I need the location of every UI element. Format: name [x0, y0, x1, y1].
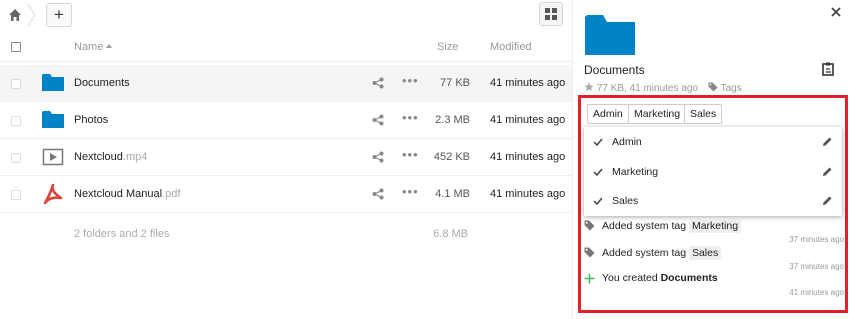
- folder-icon: [585, 13, 635, 55]
- file-size: 452 KB: [433, 151, 470, 163]
- folder-icon: [42, 73, 64, 93]
- row-checkbox[interactable]: [11, 79, 21, 89]
- details-sidebar: Documents 77 KB, 41 minutes ago Tags Adm…: [572, 0, 850, 319]
- new-file-button[interactable]: +: [46, 3, 72, 27]
- check-icon: [593, 167, 603, 177]
- pencil-icon[interactable]: [822, 166, 833, 177]
- activity-text: You created Documents: [602, 272, 718, 284]
- file-modified: 41 minutes ago: [490, 188, 566, 200]
- file-name[interactable]: Photos: [74, 114, 108, 126]
- pencil-icon[interactable]: [822, 195, 833, 206]
- column-name-header[interactable]: Name: [74, 41, 103, 53]
- share-icon[interactable]: [372, 114, 384, 126]
- share-icon[interactable]: [372, 188, 384, 200]
- favorite-star-icon[interactable]: [584, 82, 594, 94]
- dropdown-item-label: Sales: [612, 195, 639, 207]
- table-row[interactable]: Nextcloud.mp4 ••• 452 KB 41 minutes ago: [0, 139, 572, 176]
- tag-icon: [584, 220, 595, 231]
- tag-chip[interactable]: Marketing: [628, 104, 687, 124]
- check-icon: [593, 196, 603, 206]
- breadcrumb-separator-icon: [25, 3, 39, 27]
- sidebar-file-title: Documents: [584, 63, 645, 77]
- pencil-icon[interactable]: [822, 136, 833, 147]
- table-row[interactable]: Documents ••• 77 KB 41 minutes ago: [0, 65, 572, 102]
- clipboard-icon[interactable]: [822, 62, 835, 76]
- file-modified: 41 minutes ago: [490, 77, 566, 89]
- more-actions-icon[interactable]: •••: [402, 185, 418, 200]
- file-size: 4.1 MB: [435, 188, 470, 200]
- summary-count: 2 folders and 2 files: [74, 228, 170, 240]
- file-list-summary: 2 folders and 2 files 6.8 MB: [0, 226, 572, 242]
- activity-text: Added system tag Sales: [602, 246, 722, 260]
- select-all-checkbox[interactable]: [11, 42, 21, 52]
- share-icon[interactable]: [372, 77, 384, 89]
- file-list-header: Name Size Modified: [0, 32, 572, 62]
- activity-time: 41 minutes ago: [789, 288, 844, 297]
- toolbar: +: [0, 0, 572, 32]
- activity-item: You created Documents 41 minutes ago: [584, 269, 844, 303]
- table-row[interactable]: Photos ••• 2.3 MB 41 minutes ago: [0, 102, 572, 139]
- more-actions-icon[interactable]: •••: [402, 74, 418, 89]
- pdf-file-icon: [42, 183, 64, 205]
- plus-icon: [584, 273, 595, 284]
- dropdown-item[interactable]: Admin: [584, 127, 842, 157]
- close-icon[interactable]: [830, 6, 842, 18]
- activity-tag-chip: Marketing: [688, 219, 742, 233]
- file-size: 2.3 MB: [435, 114, 470, 126]
- share-icon[interactable]: [372, 151, 384, 163]
- dropdown-item[interactable]: Sales: [584, 186, 842, 216]
- file-size: 77 KB: [440, 77, 470, 89]
- sidebar-meta-text: 77 KB, 41 minutes ago: [596, 83, 698, 94]
- tag-icon: [708, 82, 718, 94]
- file-modified: 41 minutes ago: [490, 151, 566, 163]
- tags-toggle-link[interactable]: Tags: [721, 83, 742, 94]
- home-icon[interactable]: [8, 8, 22, 22]
- file-list-panel: + Name Size Modified Documents ••• 77 KB…: [0, 0, 572, 319]
- table-row[interactable]: Nextcloud Manual.pdf ••• 4.1 MB 41 minut…: [0, 176, 572, 213]
- activity-subject: Documents: [660, 272, 718, 284]
- row-checkbox[interactable]: [11, 153, 21, 163]
- column-size-header[interactable]: Size: [437, 41, 458, 53]
- video-file-icon: [42, 147, 64, 167]
- tag-chip[interactable]: Admin: [587, 104, 629, 124]
- file-modified: 41 minutes ago: [490, 114, 566, 126]
- tags-dropdown: Admin Marketing Sales: [584, 127, 842, 216]
- system-tags-input[interactable]: Admin Marketing Sales: [587, 104, 843, 126]
- tag-chip[interactable]: Sales: [684, 104, 723, 124]
- file-name[interactable]: Nextcloud.mp4: [74, 151, 147, 163]
- dropdown-item-label: Admin: [612, 136, 642, 148]
- more-actions-icon[interactable]: •••: [402, 111, 418, 126]
- file-name[interactable]: Documents: [74, 77, 130, 89]
- tag-icon: [584, 247, 595, 258]
- activity-text: Added system tag Marketing: [602, 219, 742, 233]
- more-actions-icon[interactable]: •••: [402, 148, 418, 163]
- row-checkbox[interactable]: [11, 116, 21, 126]
- check-icon: [593, 137, 603, 147]
- sort-ascending-icon: [106, 44, 112, 48]
- sidebar-meta: 77 KB, 41 minutes ago Tags: [584, 82, 742, 94]
- summary-size: 6.8 MB: [433, 228, 468, 240]
- dropdown-item[interactable]: Marketing: [584, 157, 842, 187]
- dropdown-item-label: Marketing: [612, 166, 659, 178]
- folder-icon: [42, 110, 64, 130]
- column-modified-header[interactable]: Modified: [490, 41, 532, 53]
- file-name[interactable]: Nextcloud Manual.pdf: [74, 188, 180, 200]
- grid-view-button[interactable]: [539, 2, 563, 26]
- app-window: + Name Size Modified Documents ••• 77 KB…: [0, 0, 850, 319]
- activity-tag-chip: Sales: [688, 246, 722, 260]
- grid-icon: [545, 8, 557, 20]
- row-checkbox[interactable]: [11, 190, 21, 200]
